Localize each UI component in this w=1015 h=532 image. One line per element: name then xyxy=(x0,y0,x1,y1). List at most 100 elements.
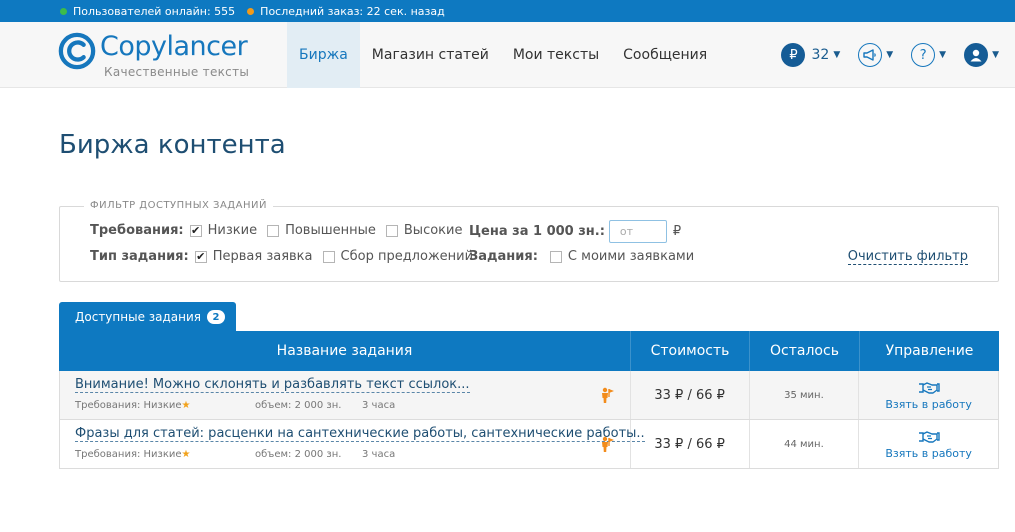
table-header: Название задания Стоимость Осталось Упра… xyxy=(59,331,999,371)
price-label: Цена за 1 000 зн.: xyxy=(469,224,605,239)
task-requirements: Требования: Низкие xyxy=(75,400,182,411)
task-time-left: 44 мин. xyxy=(784,438,824,450)
first-request-person-icon xyxy=(602,436,614,452)
requirement-low-checkbox[interactable]: ✔ xyxy=(189,224,202,237)
price-from-input[interactable]: от xyxy=(608,220,667,243)
tasks-table: Название задания Стоимость Осталось Упра… xyxy=(59,331,999,469)
last-order-status: Последний заказ: 22 сек. назад xyxy=(247,5,445,18)
task-time-left-cell: 35 мин. xyxy=(750,371,860,419)
price-row: Цена за 1 000 зн.: от ₽ xyxy=(469,220,691,243)
balance-value: 32 xyxy=(811,47,830,63)
task-actions-cell: Взять в работу xyxy=(859,420,998,468)
main-nav: Биржа Магазин статей Мои тексты Сообщени… xyxy=(287,22,719,88)
task-volume: объем: 2 000 зн. xyxy=(255,449,342,460)
online-users-text: Пользователей онлайн: 555 xyxy=(73,4,236,18)
user-icon xyxy=(964,43,989,67)
tasks-filter: ФИЛЬТР ДОСТУПНЫХ ЗАДАНИЙ Требования: ✔ Н… xyxy=(59,200,999,282)
requirement-medium-checkbox[interactable] xyxy=(267,224,280,237)
task-time-left-cell: 44 мин. xyxy=(750,420,860,468)
task-duration: 3 часа xyxy=(362,400,396,411)
first-request-checkbox[interactable]: ✔ xyxy=(194,250,207,263)
handshake-icon xyxy=(918,430,940,443)
task-name-cell: Внимание! Можно склонять и разбавлять те… xyxy=(60,371,631,419)
take-task-label: Взять в работу xyxy=(885,446,972,460)
table-row: Внимание! Можно склонять и разбавлять те… xyxy=(59,371,999,420)
online-users-status: Пользователей онлайн: 555 xyxy=(60,5,235,18)
task-meta: Требования: Низкие ★ объем: 2 000 зн. 3 … xyxy=(75,449,395,460)
ruble-icon: ₽ xyxy=(781,43,806,67)
status-bar: Пользователей онлайн: 555 Последний зака… xyxy=(0,0,1015,22)
task-title-link[interactable]: Фразы для статей: расценки на сантехниче… xyxy=(75,426,645,442)
header-controls: ₽ 32 ▼ ▼ ? ▼ ▼ xyxy=(763,22,999,88)
page-title: Биржа контента xyxy=(59,130,286,160)
tasks-count-badge: 2 xyxy=(207,310,226,324)
task-type-label: Тип задания: xyxy=(90,249,189,264)
my-requests-checkbox[interactable] xyxy=(549,250,562,263)
take-task-button[interactable]: Взять в работу xyxy=(859,371,998,419)
task-meta: Требования: Низкие ★ объем: 2 000 зн. 3 … xyxy=(75,400,395,411)
column-header-cost[interactable]: Стоимость xyxy=(631,331,750,371)
proposals-label[interactable]: Сбор предложений xyxy=(341,249,474,264)
filter-legend: ФИЛЬТР ДОСТУПНЫХ ЗАДАНИЙ xyxy=(84,200,273,211)
requirement-high-label[interactable]: Высокие xyxy=(404,223,463,238)
help-dropdown[interactable]: ? ▼ xyxy=(911,43,946,67)
task-duration: 3 часа xyxy=(362,449,396,460)
task-cost: 33 ₽ / 66 ₽ xyxy=(654,436,725,452)
last-order-text: Последний заказ: 22 сек. назад xyxy=(260,4,445,18)
first-request-person-icon xyxy=(602,387,614,403)
task-requirements: Требования: Низкие xyxy=(75,449,182,460)
take-task-label: Взять в работу xyxy=(885,397,972,411)
task-volume: объем: 2 000 зн. xyxy=(255,400,342,411)
requirement-low-label[interactable]: Низкие xyxy=(208,223,257,238)
online-dot-icon xyxy=(60,7,67,15)
nav-item-my-texts[interactable]: Мои тексты xyxy=(501,22,611,88)
tab-available-tasks[interactable]: Доступные задания 2 xyxy=(59,302,236,332)
star-icon: ★ xyxy=(181,400,191,411)
order-dot-icon xyxy=(247,7,255,15)
logo[interactable]: Copylancer Качественные тексты xyxy=(58,31,258,81)
nav-item-article-shop[interactable]: Магазин статей xyxy=(360,22,501,88)
task-actions-cell: Взять в работу xyxy=(859,371,998,419)
requirements-label: Требования: xyxy=(90,223,184,238)
column-header-time-left[interactable]: Осталось xyxy=(750,331,860,371)
help-icon: ? xyxy=(911,43,936,67)
star-icon: ★ xyxy=(181,449,191,460)
take-task-button[interactable]: Взять в работу xyxy=(859,420,998,468)
task-title-link[interactable]: Внимание! Можно склонять и разбавлять те… xyxy=(75,377,470,393)
chevron-down-icon: ▼ xyxy=(939,50,947,60)
column-header-name[interactable]: Название задания xyxy=(59,331,631,371)
copylancer-logo-icon xyxy=(58,32,96,70)
price-currency: ₽ xyxy=(672,224,682,239)
nav-item-exchange[interactable]: Биржа xyxy=(287,22,360,88)
task-name-cell: Фразы для статей: расценки на сантехниче… xyxy=(60,420,645,468)
chevron-down-icon: ▼ xyxy=(992,50,999,60)
column-header-actions: Управление xyxy=(885,343,974,359)
chevron-down-icon: ▼ xyxy=(833,50,841,60)
balance-dropdown[interactable]: ₽ 32 ▼ xyxy=(781,43,840,67)
task-cost-cell: 33 ₽ / 66 ₽ xyxy=(631,371,750,419)
task-type-row: Тип задания: ✔ Первая заявка Сбор предло… xyxy=(90,249,483,264)
tasks-label: Задания: xyxy=(469,249,538,264)
proposals-checkbox[interactable] xyxy=(322,250,335,263)
first-request-label[interactable]: Первая заявка xyxy=(213,249,313,264)
user-dropdown[interactable]: ▼ xyxy=(964,43,999,67)
my-requests-label[interactable]: С моими заявками xyxy=(568,249,694,264)
notifications-dropdown[interactable]: ▼ xyxy=(858,43,893,67)
chevron-down-icon: ▼ xyxy=(886,50,894,60)
requirement-medium-label[interactable]: Повышенные xyxy=(285,223,376,238)
handshake-icon xyxy=(918,381,940,394)
logo-subtitle: Качественные тексты xyxy=(104,65,250,79)
requirement-high-checkbox[interactable] xyxy=(385,224,398,237)
tab-label: Доступные задания xyxy=(75,310,202,324)
nav-item-messages[interactable]: Сообщения xyxy=(611,22,719,88)
task-time-left: 35 мин. xyxy=(784,389,824,401)
clear-filter-link[interactable]: Очистить фильтр xyxy=(847,249,968,265)
tasks-row: Задания: С моими заявками xyxy=(469,249,704,264)
table-row: Фразы для статей: расценки на сантехниче… xyxy=(59,420,999,469)
task-cost-cell: 33 ₽ / 66 ₽ xyxy=(631,420,750,468)
task-cost: 33 ₽ / 66 ₽ xyxy=(654,387,725,403)
megaphone-icon xyxy=(858,43,883,67)
logo-name: Copylancer xyxy=(100,31,248,62)
requirements-row: Требования: ✔ Низкие Повышенные Высокие xyxy=(90,223,472,238)
header: Copylancer Качественные тексты Биржа Маг… xyxy=(0,22,1015,88)
